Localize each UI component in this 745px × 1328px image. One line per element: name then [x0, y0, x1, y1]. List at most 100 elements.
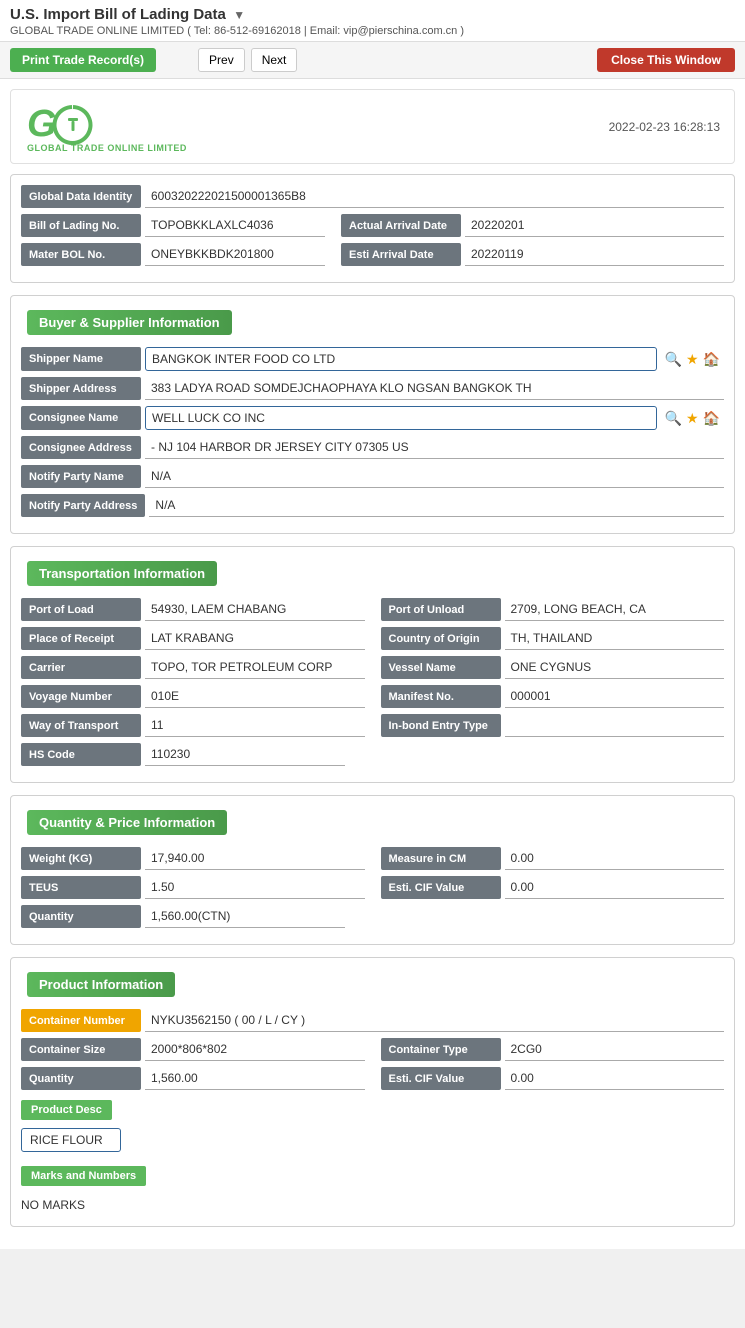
voyage-manifest-row: Voyage Number 010E Manifest No. 000001 — [21, 685, 724, 708]
container-size-value: 2000*806*802 — [145, 1038, 365, 1061]
weight-measure-row: Weight (KG) 17,940.00 Measure in CM 0.00 — [21, 847, 724, 870]
shipper-star-icon[interactable]: ★ — [686, 351, 699, 368]
shipper-search-icon[interactable]: 🔍 — [665, 351, 682, 368]
notify-name-label: Notify Party Name — [21, 465, 141, 488]
way-of-transport-label: Way of Transport — [21, 714, 141, 737]
shipper-address-value: 383 LADYA ROAD SOMDEJCHAOPHAYA KLO NGSAN… — [145, 377, 724, 400]
svg-text:G: G — [27, 103, 57, 145]
global-data-identity-value: 600320222021500001365B8 — [145, 185, 724, 208]
product-section: Product Information Container Number NYK… — [10, 957, 735, 1227]
carrier-vessel-row: Carrier TOPO, TOR PETROLEUM CORP Vessel … — [21, 656, 724, 679]
transportation-fields: Port of Load 54930, LAEM CHABANG Port of… — [11, 594, 734, 782]
manifest-no-value: 000001 — [505, 685, 725, 708]
esti-arrival-value: 20220119 — [465, 243, 724, 266]
teus-value: 1.50 — [145, 876, 365, 899]
container-number-label: Container Number — [21, 1009, 141, 1032]
teus-cif-row: TEUS 1.50 Esti. CIF Value 0.00 — [21, 876, 724, 899]
company-info: GLOBAL TRADE ONLINE LIMITED ( Tel: 86-51… — [10, 25, 735, 37]
print-button[interactable]: Print Trade Record(s) — [10, 48, 156, 72]
container-size-label: Container Size — [21, 1038, 141, 1061]
product-fields: Container Number NYKU3562150 ( 00 / L / … — [11, 1005, 734, 1226]
quantity-label: Quantity — [21, 905, 141, 928]
inbond-entry-label: In-bond Entry Type — [381, 714, 501, 737]
shipper-icons: 🔍 ★ 🏠 — [661, 347, 724, 371]
top-bar: U.S. Import Bill of Lading Data ▼ GLOBAL… — [0, 0, 745, 42]
manifest-no-label: Manifest No. — [381, 685, 501, 708]
container-type-value: 2CG0 — [505, 1038, 725, 1061]
global-data-identity-label: Global Data Identity — [21, 185, 141, 208]
buyer-supplier-fields: Shipper Name BANGKOK INTER FOOD CO LTD 🔍… — [11, 343, 734, 533]
marks-label-wrap: Marks and Numbers — [21, 1162, 724, 1190]
bol-no-label: Bill of Lading No. — [21, 214, 141, 237]
product-title: Product Information — [27, 972, 175, 997]
port-of-load-label: Port of Load — [21, 598, 141, 621]
notify-name-value: N/A — [145, 465, 724, 488]
transportation-section: Transportation Information Port of Load … — [10, 546, 735, 783]
place-of-receipt-label: Place of Receipt — [21, 627, 141, 650]
shipper-name-label: Shipper Name — [21, 347, 141, 371]
close-button[interactable]: Close This Window — [597, 48, 735, 72]
mater-bol-row: Mater BOL No. ONEYBKKBDK201800 Esti Arri… — [21, 243, 724, 266]
notify-name-row: Notify Party Name N/A — [21, 465, 724, 488]
shipper-home-icon[interactable]: 🏠 — [703, 351, 720, 368]
logo-area: G GLOBAL TRADE ONLINE LIMITED — [25, 100, 187, 153]
mater-bol-label: Mater BOL No. — [21, 243, 141, 266]
shipper-name-row: Shipper Name BANGKOK INTER FOOD CO LTD 🔍… — [21, 347, 724, 371]
consignee-address-label: Consignee Address — [21, 436, 141, 459]
shipper-address-row: Shipper Address 383 LADYA ROAD SOMDEJCHA… — [21, 377, 724, 400]
transportation-title-wrap: Transportation Information — [11, 547, 734, 594]
product-quantity-value: 1,560.00 — [145, 1067, 365, 1090]
carrier-label: Carrier — [21, 656, 141, 679]
product-esti-cif-label: Esti. CIF Value — [381, 1067, 501, 1090]
buyer-supplier-title-wrap: Buyer & Supplier Information — [11, 296, 734, 343]
shipper-address-label: Shipper Address — [21, 377, 141, 400]
consignee-name-value: WELL LUCK CO INC — [145, 406, 657, 430]
consignee-search-icon[interactable]: 🔍 — [665, 410, 682, 427]
measure-cm-value: 0.00 — [505, 847, 725, 870]
vessel-name-value: ONE CYGNUS — [505, 656, 725, 679]
consignee-home-icon[interactable]: 🏠 — [703, 410, 720, 427]
port-load-unload-row: Port of Load 54930, LAEM CHABANG Port of… — [21, 598, 724, 621]
measure-cm-label: Measure in CM — [381, 847, 501, 870]
marks-value: NO MARKS — [21, 1194, 724, 1216]
consignee-name-row: Consignee Name WELL LUCK CO INC 🔍 ★ 🏠 — [21, 406, 724, 430]
logo-graphic: G — [25, 100, 135, 145]
country-of-origin-value: TH, THAILAND — [505, 627, 725, 650]
product-esti-cif-value: 0.00 — [505, 1067, 725, 1090]
bol-no-value: TOPOBKKLAXLC4036 — [145, 214, 325, 237]
shipper-name-value: BANGKOK INTER FOOD CO LTD — [145, 347, 657, 371]
product-quantity-cif-row: Quantity 1,560.00 Esti. CIF Value 0.00 — [21, 1067, 724, 1090]
prev-button[interactable]: Prev — [198, 48, 245, 72]
container-number-row: Container Number NYKU3562150 ( 00 / L / … — [21, 1009, 724, 1032]
inbond-entry-value — [505, 714, 725, 737]
port-of-unload-label: Port of Unload — [381, 598, 501, 621]
port-of-unload-value: 2709, LONG BEACH, CA — [505, 598, 725, 621]
teus-label: TEUS — [21, 876, 141, 899]
next-button[interactable]: Next — [251, 48, 298, 72]
notify-address-label: Notify Party Address — [21, 494, 145, 517]
marks-label: Marks and Numbers — [21, 1166, 146, 1186]
transport-inbond-row: Way of Transport 11 In-bond Entry Type — [21, 714, 724, 737]
consignee-address-row: Consignee Address - NJ 104 HARBOR DR JER… — [21, 436, 724, 459]
carrier-value: TOPO, TOR PETROLEUM CORP — [145, 656, 365, 679]
consignee-address-value: - NJ 104 HARBOR DR JERSEY CITY 07305 US — [145, 436, 724, 459]
container-size-type-row: Container Size 2000*806*802 Container Ty… — [21, 1038, 724, 1061]
buyer-supplier-title: Buyer & Supplier Information — [27, 310, 232, 335]
mater-bol-value: ONEYBKKBDK201800 — [145, 243, 325, 266]
esti-cif-label: Esti. CIF Value — [381, 876, 501, 899]
global-data-identity-row: Global Data Identity 6003202220215000013… — [21, 185, 724, 208]
quantity-price-title-wrap: Quantity & Price Information — [11, 796, 734, 843]
toolbar: Print Trade Record(s) Prev Next Close Th… — [0, 42, 745, 79]
hs-code-row: HS Code 110230 — [21, 743, 724, 766]
notify-address-row: Notify Party Address N/A — [21, 494, 724, 517]
doc-datetime: 2022-02-23 16:28:13 — [609, 120, 720, 134]
consignee-star-icon[interactable]: ★ — [686, 410, 699, 427]
dropdown-arrow-icon[interactable]: ▼ — [233, 8, 245, 22]
vessel-name-label: Vessel Name — [381, 656, 501, 679]
logo-tagline: GLOBAL TRADE ONLINE LIMITED — [27, 143, 187, 153]
toolbar-left: Print Trade Record(s) Prev Next — [10, 48, 297, 72]
transportation-title: Transportation Information — [27, 561, 217, 586]
quantity-value: 1,560.00(CTN) — [145, 905, 345, 928]
main-content: G GLOBAL TRADE ONLINE LIMITED 2022-02-23… — [0, 79, 745, 1249]
bol-row: Bill of Lading No. TOPOBKKLAXLC4036 Actu… — [21, 214, 724, 237]
